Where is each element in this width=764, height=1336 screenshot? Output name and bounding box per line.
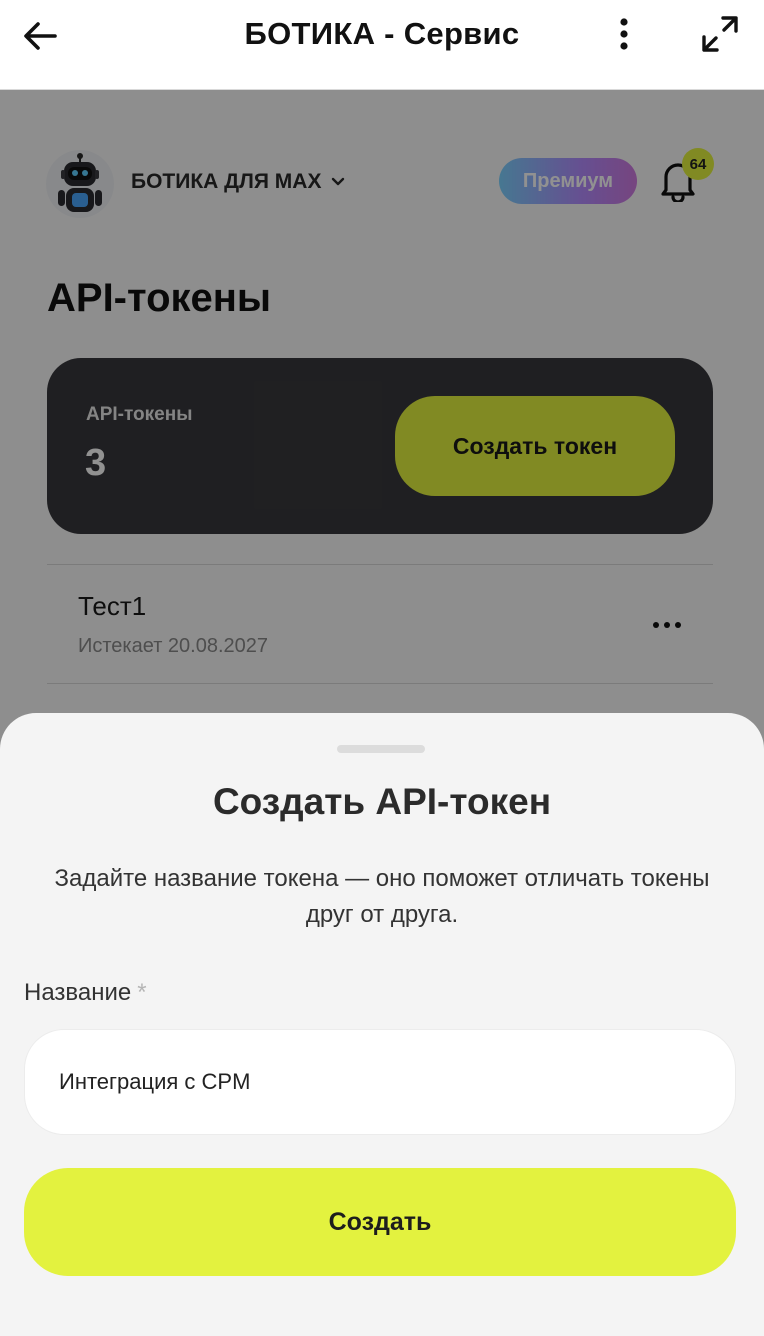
sheet-description: Задайте название токена — оно поможет от… <box>54 865 710 928</box>
create-token-sheet: Создать API-токен Задайте название токен… <box>0 713 764 1336</box>
vertical-dots-icon <box>620 18 628 50</box>
sheet-drag-handle[interactable] <box>337 745 425 753</box>
app-bar-title: БОТИКА - Сервис <box>244 16 520 51</box>
expand-arrows-icon <box>702 16 738 52</box>
submit-create-button[interactable]: Создать <box>24 1168 736 1276</box>
expand-button[interactable] <box>698 12 742 56</box>
token-name-input[interactable] <box>24 1029 736 1135</box>
name-label-text: Название <box>24 979 132 1006</box>
sheet-title: Создать API-токен <box>212 781 552 822</box>
submit-label: Создать <box>328 1207 432 1236</box>
name-field-label: Название * <box>24 979 147 1007</box>
app-bar: БОТИКА - Сервис <box>0 0 764 90</box>
required-mark: * <box>137 979 147 1006</box>
more-options-button[interactable] <box>606 14 642 54</box>
